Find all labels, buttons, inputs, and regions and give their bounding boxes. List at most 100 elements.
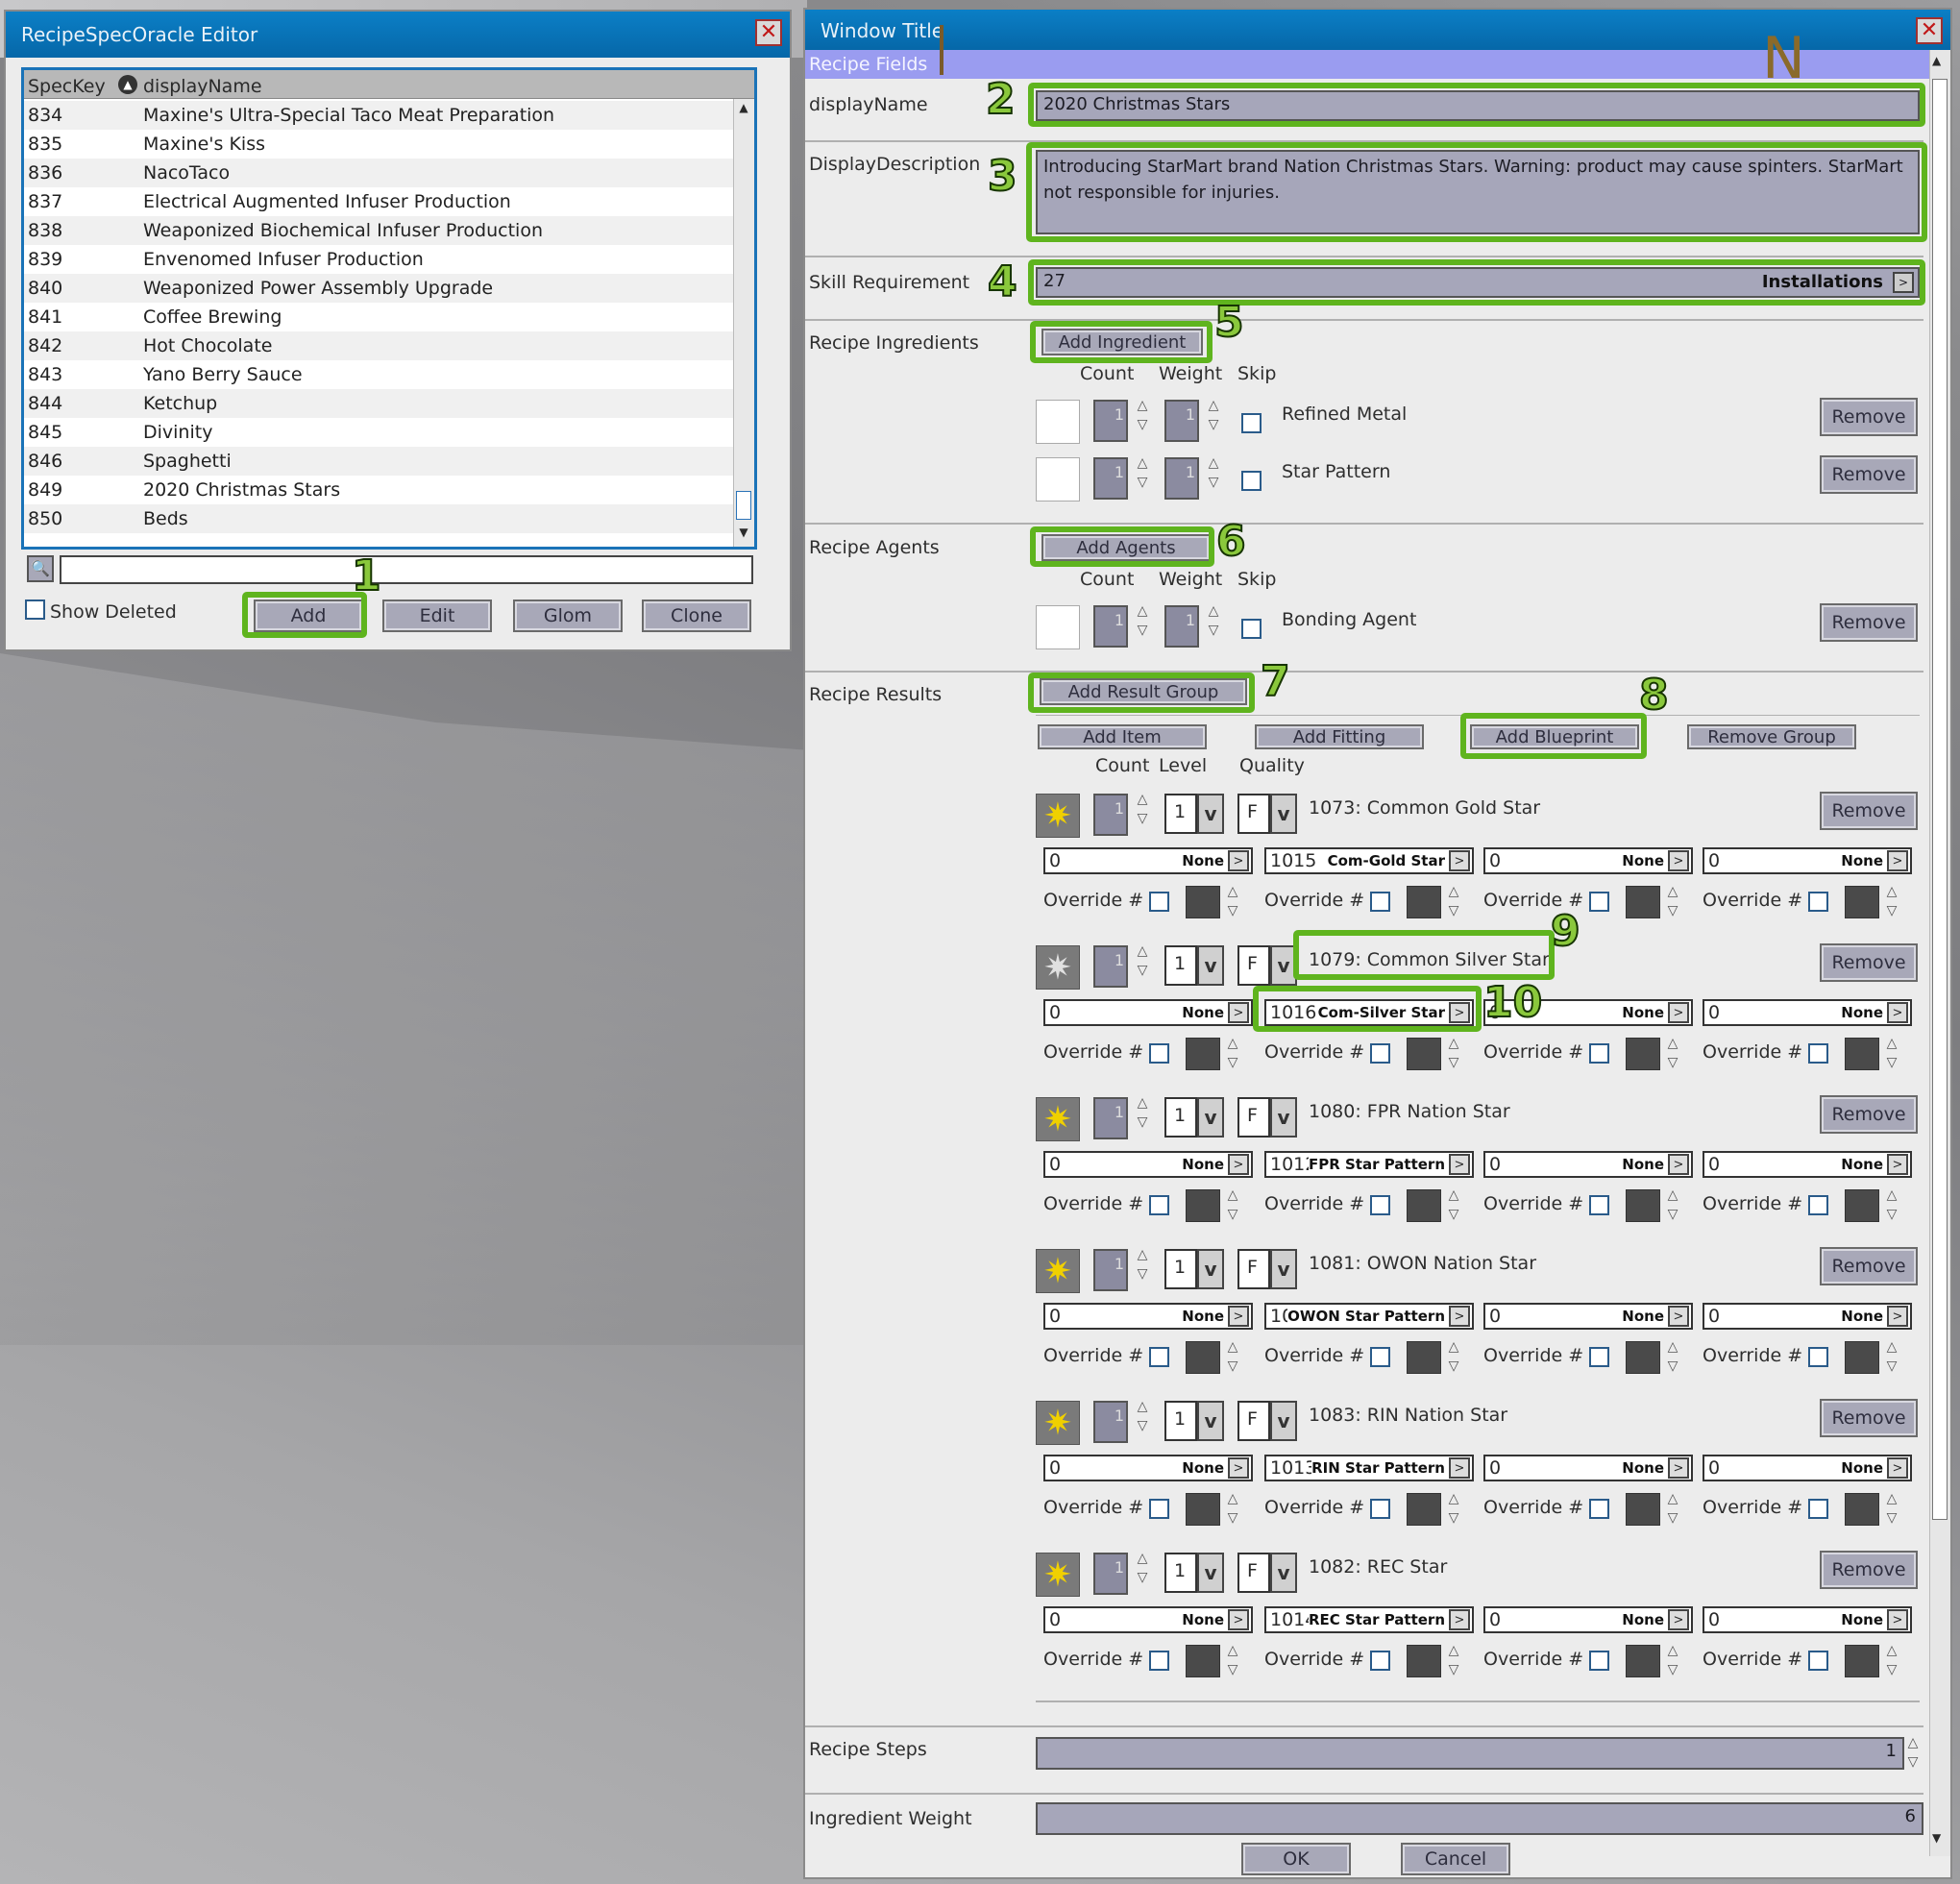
override-stepper[interactable]: △ ▽ [1883, 1641, 1900, 1683]
ok-button[interactable]: OK [1241, 1843, 1351, 1875]
override-stepper[interactable]: △ ▽ [1224, 1186, 1241, 1228]
count-stepper[interactable]: △ ▽ [1134, 396, 1151, 438]
level-dropdown-icon[interactable]: v [1197, 1401, 1224, 1441]
right-close-icon[interactable]: ✕ [1916, 17, 1943, 44]
fitting-combo[interactable]: 0 None > [1703, 847, 1912, 874]
search-input[interactable] [60, 555, 753, 584]
glom-button[interactable]: Glom [513, 599, 623, 632]
table-row[interactable]: 834 Maxine's Ultra-Special Taco Meat Prep… [24, 101, 733, 130]
override-input[interactable] [1407, 1189, 1441, 1222]
override-stepper[interactable]: △ ▽ [1664, 882, 1681, 924]
override-input[interactable] [1186, 1645, 1220, 1677]
override-checkbox[interactable] [1149, 1043, 1169, 1064]
recipe-steps-field[interactable]: 1 [1036, 1737, 1904, 1770]
override-checkbox[interactable] [1370, 892, 1390, 912]
table-row[interactable]: 840 Weaponized Power Assembly Upgrade [24, 274, 733, 303]
combo-expand-icon[interactable]: > [1228, 1306, 1249, 1327]
combo-expand-icon[interactable]: > [1449, 850, 1470, 871]
override-stepper[interactable]: △ ▽ [1445, 1489, 1462, 1531]
show-deleted-checkbox[interactable] [25, 599, 45, 620]
remove-group-button[interactable]: Remove Group [1687, 724, 1856, 749]
skip-checkbox[interactable] [1241, 413, 1262, 433]
quality-select[interactable]: F [1237, 1553, 1270, 1593]
result-count-input[interactable]: 1 [1093, 1249, 1128, 1291]
level-select[interactable]: 1 [1164, 794, 1197, 834]
override-input[interactable] [1845, 1493, 1879, 1526]
level-dropdown-icon[interactable]: v [1197, 1249, 1224, 1289]
combo-expand-icon[interactable]: > [1668, 1457, 1689, 1479]
override-checkbox[interactable] [1370, 1499, 1390, 1519]
header-displayname[interactable]: displayName [143, 76, 262, 97]
scroll-thumb[interactable] [736, 491, 751, 520]
remove-button[interactable]: Remove [1820, 1551, 1918, 1589]
right-scrollbar[interactable]: ▲ ▼ [1929, 50, 1950, 1856]
override-input[interactable] [1845, 1645, 1879, 1677]
quality-select[interactable]: F [1237, 1097, 1270, 1138]
quality-dropdown-icon[interactable]: v [1270, 1553, 1297, 1593]
table-row[interactable]: 849 2020 Christmas Stars [24, 476, 733, 504]
combo-expand-icon[interactable]: > [1668, 1306, 1689, 1327]
remove-button[interactable]: Remove [1820, 1095, 1918, 1134]
count-input[interactable]: 1 [1093, 605, 1128, 648]
fitting-combo[interactable]: 0 None > [1043, 1455, 1253, 1481]
fitting-combo[interactable]: 0 None > [1703, 999, 1912, 1026]
level-select[interactable]: 1 [1164, 1401, 1197, 1441]
override-input[interactable] [1407, 1341, 1441, 1374]
override-checkbox[interactable] [1589, 1499, 1609, 1519]
table-row[interactable]: 836 NacoTaco [24, 159, 733, 187]
skip-checkbox[interactable] [1241, 471, 1262, 491]
level-dropdown-icon[interactable]: v [1197, 794, 1224, 834]
right-scroll-thumb[interactable] [1932, 79, 1948, 1520]
override-stepper[interactable]: △ ▽ [1883, 1489, 1900, 1531]
override-checkbox[interactable] [1370, 1195, 1390, 1215]
scroll-up-icon[interactable]: ▲ [735, 101, 752, 118]
recipe-steps-stepper[interactable]: △ ▽ [1904, 1733, 1922, 1775]
combo-expand-icon[interactable]: > [1449, 1609, 1470, 1630]
table-row[interactable]: 841 Coffee Brewing [24, 303, 733, 331]
level-dropdown-icon[interactable]: v [1197, 1097, 1224, 1138]
right-scroll-down-icon[interactable]: ▼ [1932, 1831, 1941, 1845]
override-stepper[interactable]: △ ▽ [1883, 882, 1900, 924]
override-input[interactable] [1186, 1493, 1220, 1526]
result-count-stepper[interactable]: △ ▽ [1134, 1549, 1151, 1591]
weight-input[interactable]: 1 [1164, 400, 1199, 442]
fitting-combo[interactable]: 0 None > [1483, 1303, 1693, 1330]
combo-expand-icon[interactable]: > [1228, 1154, 1249, 1175]
fitting-combo[interactable]: 0 None > [1483, 1151, 1693, 1178]
override-stepper[interactable]: △ ▽ [1664, 1337, 1681, 1380]
override-checkbox[interactable] [1149, 1347, 1169, 1367]
override-input[interactable] [1407, 886, 1441, 918]
override-input[interactable] [1626, 886, 1660, 918]
override-checkbox[interactable] [1370, 1651, 1390, 1671]
level-select[interactable]: 1 [1164, 1097, 1197, 1138]
combo-expand-icon[interactable]: > [1887, 1002, 1908, 1023]
override-stepper[interactable]: △ ▽ [1224, 1641, 1241, 1683]
remove-button[interactable]: Remove [1820, 1399, 1918, 1437]
level-select[interactable]: 1 [1164, 1249, 1197, 1289]
combo-expand-icon[interactable]: > [1228, 1457, 1249, 1479]
override-stepper[interactable]: △ ▽ [1445, 1186, 1462, 1228]
left-close-icon[interactable]: ✕ [755, 19, 782, 46]
weight-input[interactable]: 1 [1164, 457, 1199, 500]
count-input[interactable]: 1 [1093, 400, 1128, 442]
override-input[interactable] [1845, 1341, 1879, 1374]
override-checkbox[interactable] [1589, 1347, 1609, 1367]
override-checkbox[interactable] [1589, 1043, 1609, 1064]
clone-button[interactable]: Clone [642, 599, 751, 632]
remove-button[interactable]: Remove [1820, 398, 1918, 436]
result-count-stepper[interactable]: △ ▽ [1134, 1245, 1151, 1287]
level-select[interactable]: 1 [1164, 1553, 1197, 1593]
override-input[interactable] [1626, 1341, 1660, 1374]
override-input[interactable] [1845, 1189, 1879, 1222]
override-stepper[interactable]: △ ▽ [1883, 1337, 1900, 1380]
override-input[interactable] [1186, 1341, 1220, 1374]
table-row[interactable]: 839 Envenomed Infuser Production [24, 245, 733, 274]
fitting-combo[interactable]: 0 None > [1703, 1455, 1912, 1481]
override-stepper[interactable]: △ ▽ [1664, 1034, 1681, 1076]
blueprint-combo[interactable]: 1011OWON Star Pattern> [1264, 1303, 1474, 1330]
override-stepper[interactable]: △ ▽ [1883, 1186, 1900, 1228]
quality-dropdown-icon[interactable]: v [1270, 1249, 1297, 1289]
combo-expand-icon[interactable]: > [1228, 1609, 1249, 1630]
quality-dropdown-icon[interactable]: v [1270, 1401, 1297, 1441]
override-checkbox[interactable] [1149, 892, 1169, 912]
